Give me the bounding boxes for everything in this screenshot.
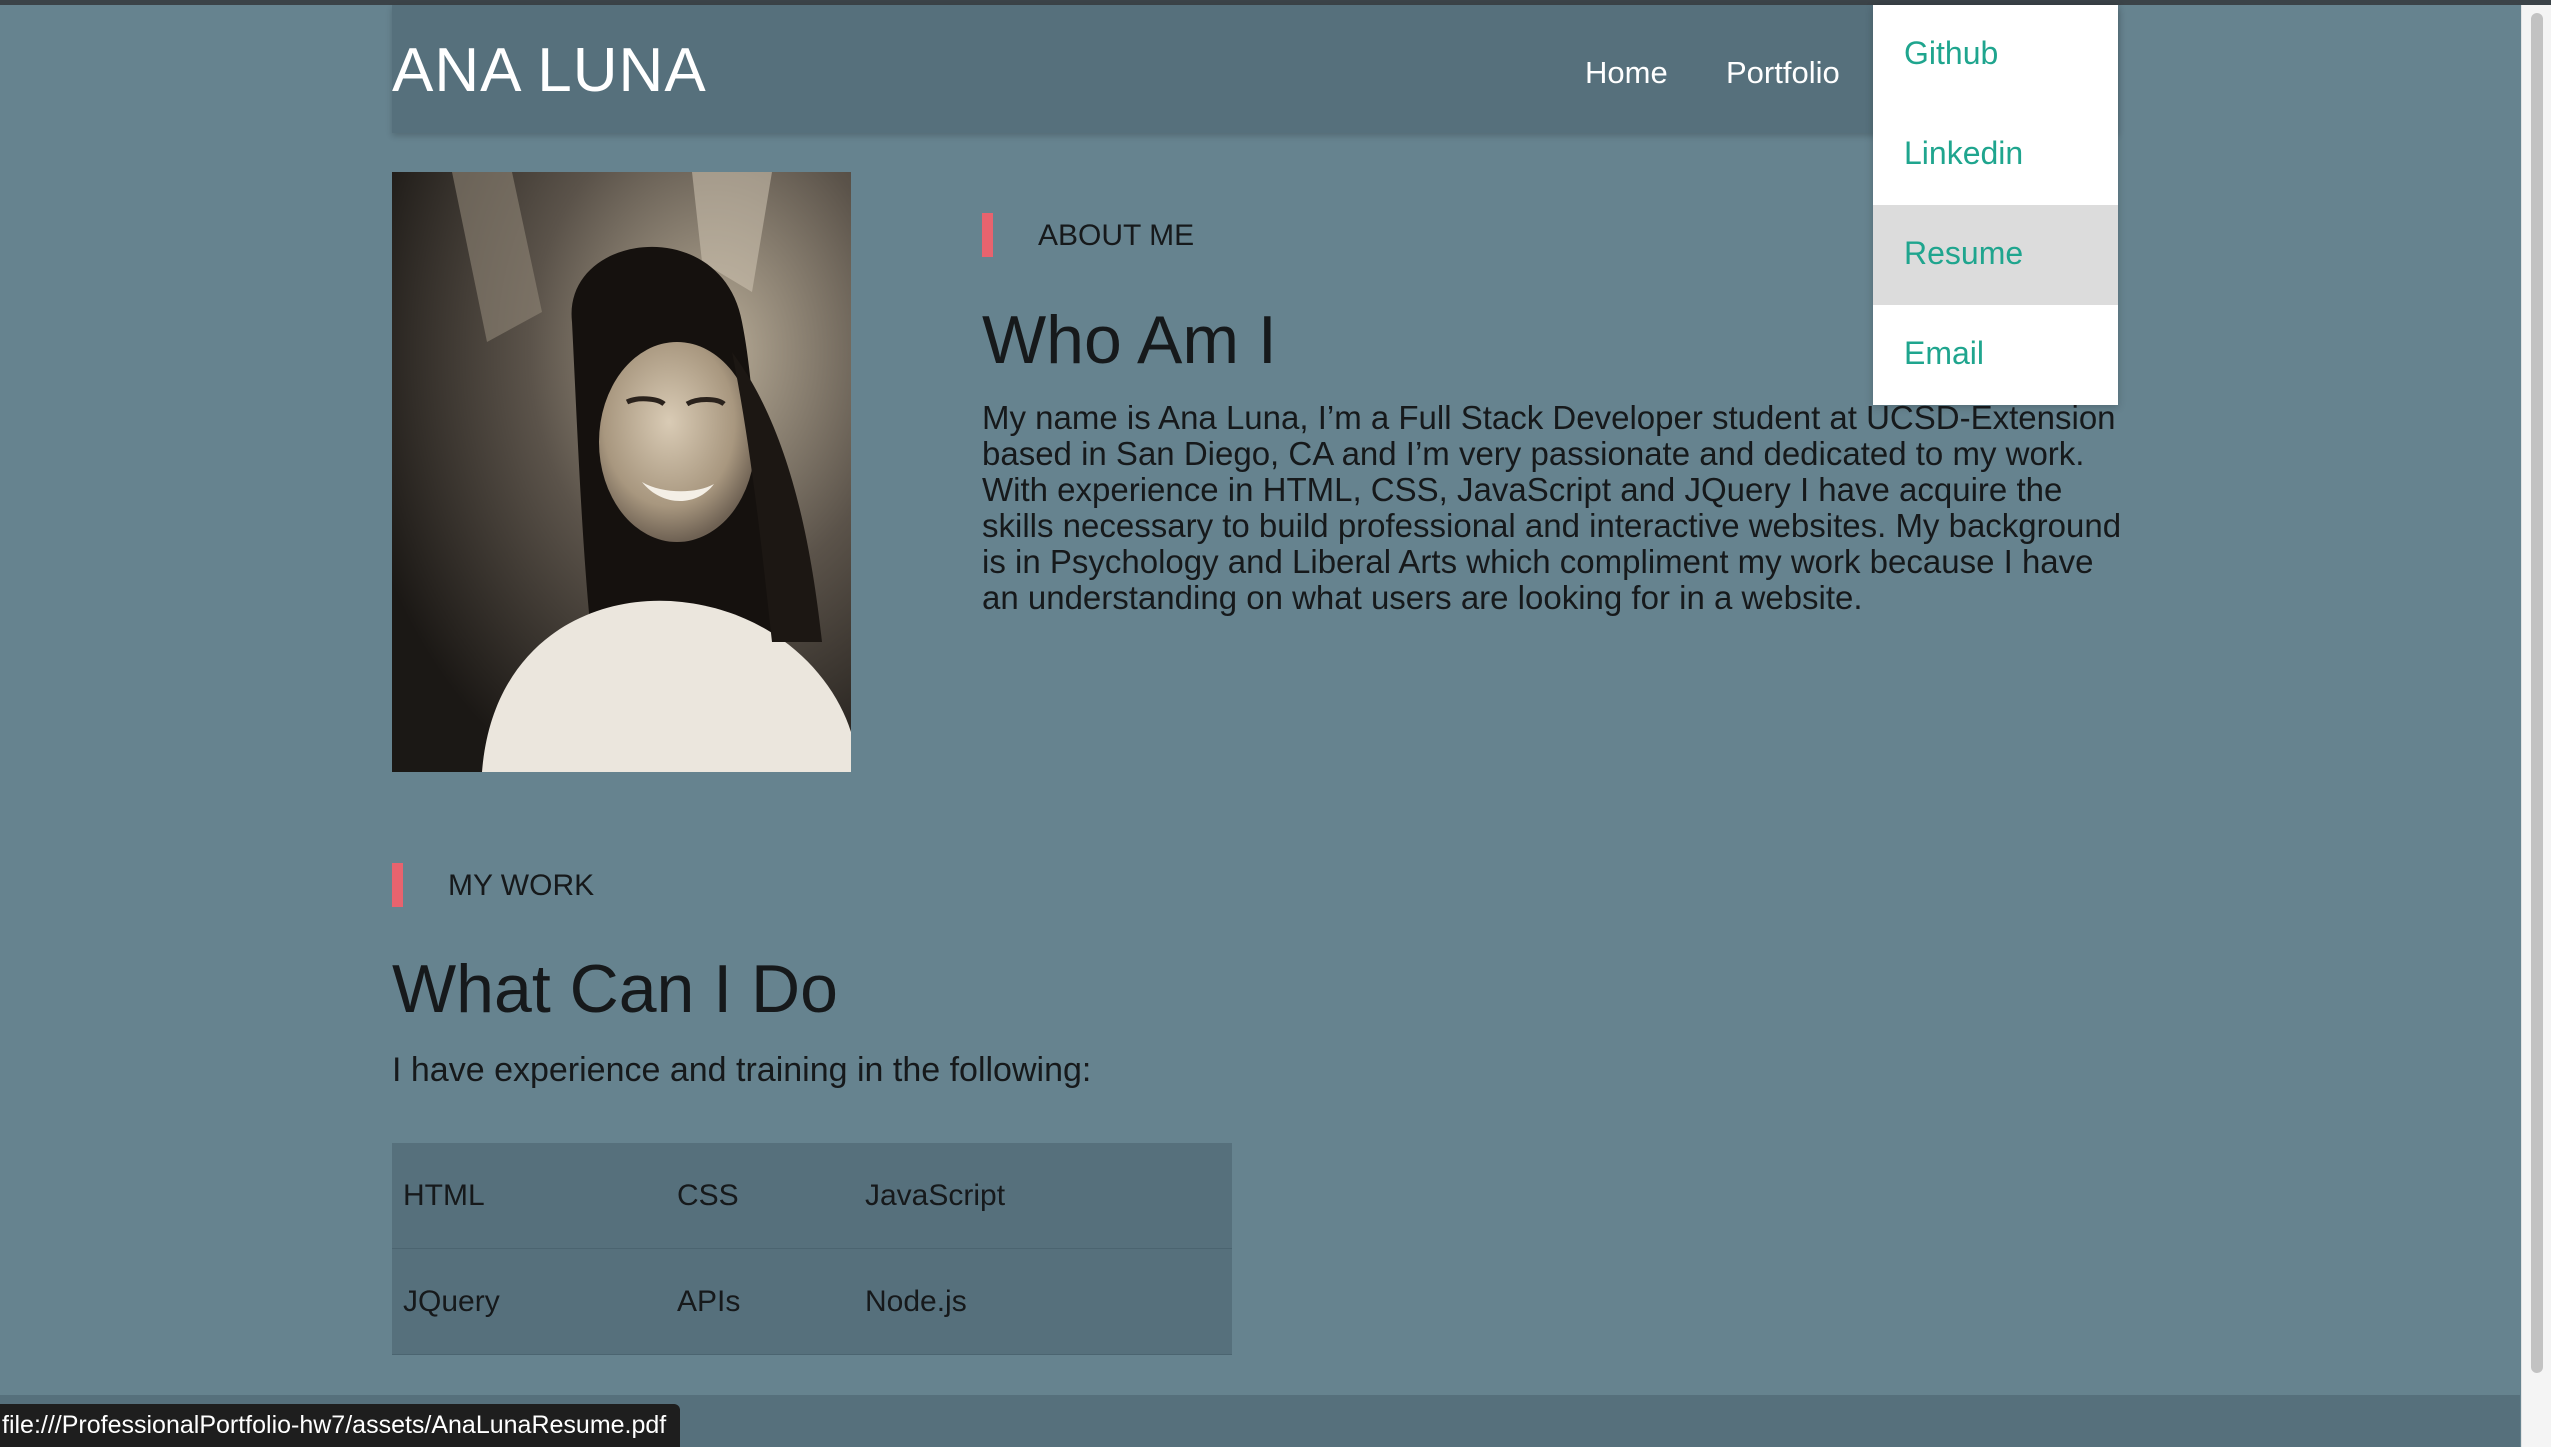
work-accent-bar [392,863,403,907]
navbar: ANA LUNA Home Portfolio [392,5,2118,133]
work-section-label: MY WORK [448,869,595,902]
about-heading: Who Am I [982,302,1277,378]
about-section-label: ABOUT ME [1038,219,1195,252]
dropdown-item-resume[interactable]: Resume [1873,205,2118,305]
dropdown-item-label: Email [1904,335,1985,371]
skill-cell: APIs [677,1285,741,1318]
vertical-scrollbar[interactable] [2521,5,2551,1447]
work-heading: What Can I Do [392,951,838,1027]
dropdown-item-label: Resume [1904,235,2024,271]
about-paragraph: My name is Ana Luna, I’m a Full Stack De… [982,399,2122,616]
skill-cell: CSS [677,1179,739,1212]
status-url: file:///ProfessionalPortfolio-hw7/assets… [2,1411,667,1439]
table-row: HTML CSS JavaScript [392,1143,1232,1249]
skill-cell: JQuery [403,1285,500,1318]
nav-link-home[interactable]: Home [1585,55,1668,91]
dropdown-item-email[interactable]: Email [1873,305,2118,405]
dropdown-item-linkedin[interactable]: Linkedin [1873,105,2118,205]
skill-cell: HTML [403,1179,485,1212]
profile-photo-graphic [392,172,851,772]
profile-photo [392,172,851,772]
skill-cell: JavaScript [865,1179,1006,1212]
dropdown-item-github[interactable]: Github [1873,5,2118,105]
about-accent-bar [982,213,993,257]
contact-dropdown-menu: Github Linkedin Resume Email [1873,5,2118,405]
table-row: JQuery APIs Node.js [392,1249,1232,1354]
skills-table: HTML CSS JavaScript JQuery APIs Node.js [392,1143,1232,1355]
scrollbar-thumb[interactable] [2531,13,2543,1373]
link-status-bar: file:///ProfessionalPortfolio-hw7/assets… [0,1404,681,1447]
page: ANA LUNA Home Portfolio Github Linkedin … [0,0,2551,1447]
dropdown-item-label: Github [1904,35,1999,71]
skill-cell: Node.js [865,1285,967,1318]
dropdown-item-label: Linkedin [1904,135,2024,171]
brand-title[interactable]: ANA LUNA [392,35,707,106]
work-intro: I have experience and training in the fo… [392,1051,1092,1089]
nav-link-portfolio[interactable]: Portfolio [1726,55,1840,91]
